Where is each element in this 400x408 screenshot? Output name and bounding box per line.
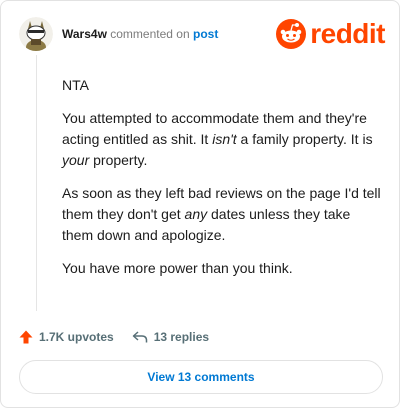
comment-header: Wars4w commented on post reddit — [19, 17, 385, 57]
reply-arrow-icon — [132, 331, 147, 343]
upvote-button[interactable]: 1.7K upvotes — [19, 330, 114, 344]
view-comments-button[interactable]: View 13 comments — [19, 360, 383, 394]
upvote-arrow-icon — [19, 330, 33, 344]
brand-wordmark: reddit — [310, 18, 385, 49]
comment-actions: 1.7K upvotes 13 replies — [19, 327, 209, 347]
replies-button[interactable]: 13 replies — [132, 330, 209, 344]
comment-paragraph: You attempted to accommodate them and th… — [62, 108, 382, 171]
comment-paragraph: NTA — [62, 75, 382, 96]
action-text: commented on — [110, 27, 190, 41]
emphasis-text: your — [62, 152, 90, 168]
comment-text: a family property. It is — [236, 131, 373, 147]
reddit-snoo-icon — [276, 19, 307, 49]
username-link[interactable]: Wars4w — [62, 27, 107, 41]
comment-body: NTA You attempted to accommodate them and… — [62, 75, 382, 291]
post-link[interactable]: post — [193, 27, 218, 41]
user-avatar[interactable] — [19, 17, 53, 51]
upvote-count: 1.7K upvotes — [39, 330, 114, 344]
emphasis-text: isn't — [212, 131, 237, 147]
comment-meta: Wars4w commented on post — [62, 27, 218, 41]
emphasis-text: any — [184, 206, 208, 222]
comment-text: NTA — [62, 77, 89, 93]
reddit-logo[interactable]: reddit — [276, 19, 385, 49]
comment-text: You have more power than you think. — [62, 260, 293, 276]
reply-count: 13 replies — [153, 330, 210, 344]
comment-text: property. — [89, 152, 148, 168]
comment-paragraph: You have more power than you think. — [62, 258, 382, 279]
thread-line[interactable] — [36, 55, 37, 311]
comment-paragraph: As soon as they left bad reviews on the … — [62, 183, 382, 246]
avatar-icon — [19, 17, 53, 51]
comment-card: Wars4w commented on post reddit NTA You a… — [0, 0, 400, 408]
